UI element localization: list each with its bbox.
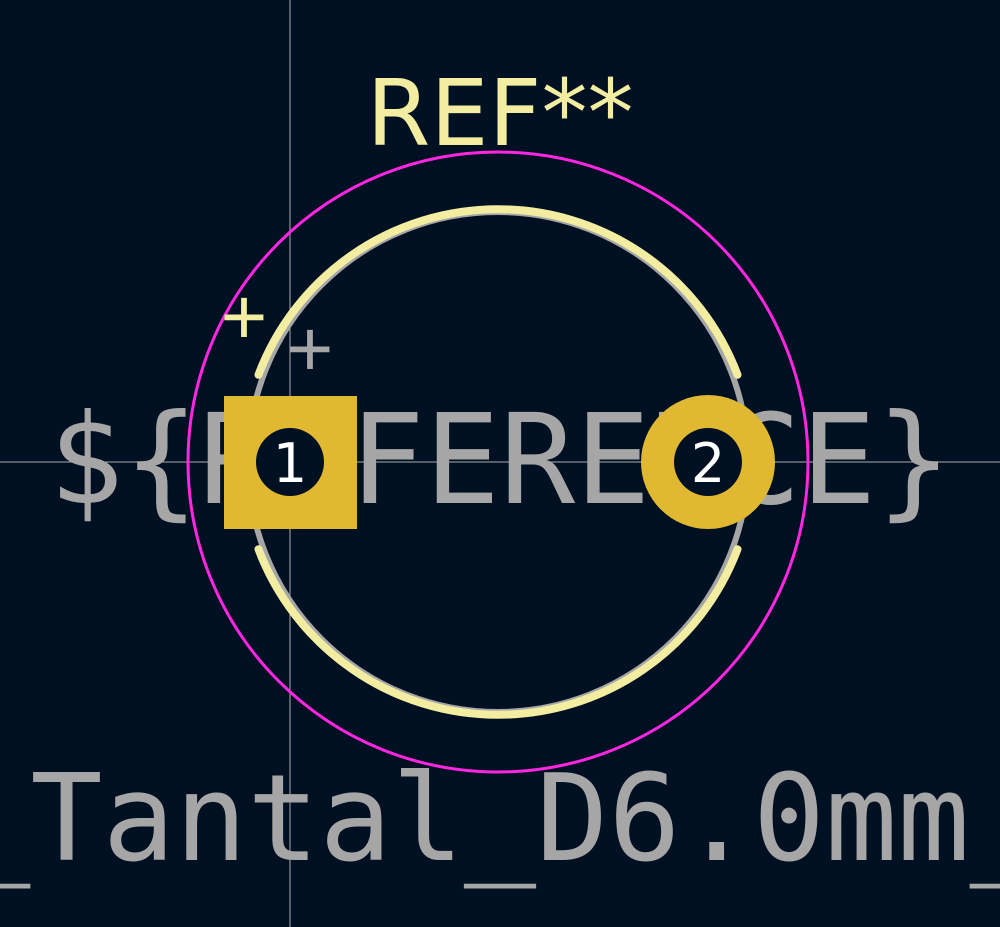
pad-2-number: 2 [691, 432, 725, 495]
reference-field-text[interactable]: ${REFERENCE} [48, 388, 951, 533]
fab-polarity-plus: + [287, 304, 334, 393]
pcb-footprint-canvas: _Tantal_D6.0mm_ ${REFERENCE} + + 1 2 REF… [0, 0, 1000, 927]
silkscreen-polarity-plus: + [221, 272, 268, 361]
pad-1-number: 1 [273, 432, 307, 495]
reference-designator-text[interactable]: REF** [367, 60, 634, 167]
pad-1[interactable]: 1 [224, 396, 357, 529]
pad-2[interactable]: 2 [641, 395, 775, 529]
